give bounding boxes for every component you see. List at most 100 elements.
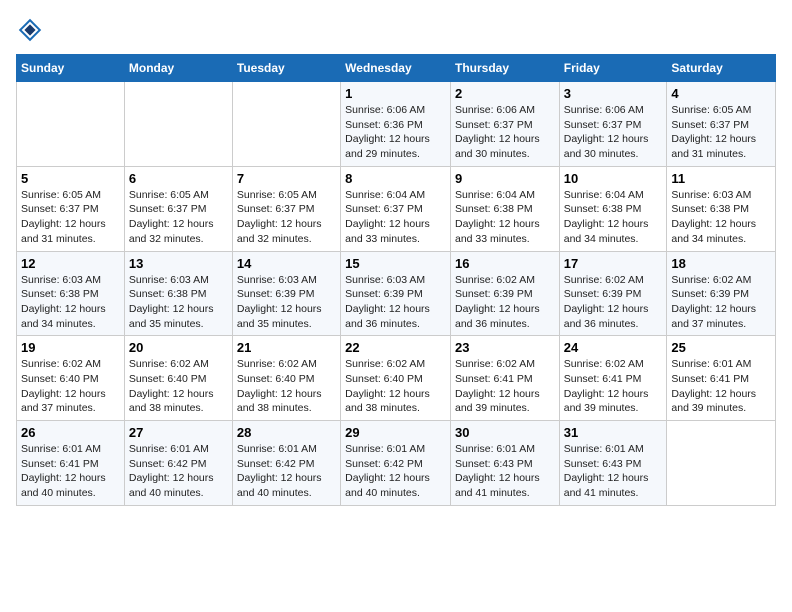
day-number: 13	[129, 256, 228, 271]
day-number: 7	[237, 171, 336, 186]
day-number: 29	[345, 425, 446, 440]
day-info: Sunrise: 6:06 AM Sunset: 6:37 PM Dayligh…	[564, 103, 663, 162]
day-info: Sunrise: 6:02 AM Sunset: 6:40 PM Dayligh…	[129, 357, 228, 416]
calendar-day-cell: 18 Sunrise: 6:02 AM Sunset: 6:39 PM Dayli…	[667, 251, 776, 336]
day-info: Sunrise: 6:02 AM Sunset: 6:39 PM Dayligh…	[564, 273, 663, 332]
day-number: 28	[237, 425, 336, 440]
day-number: 12	[21, 256, 120, 271]
day-number: 14	[237, 256, 336, 271]
day-number: 8	[345, 171, 446, 186]
day-number: 17	[564, 256, 663, 271]
day-info: Sunrise: 6:02 AM Sunset: 6:41 PM Dayligh…	[564, 357, 663, 416]
day-number: 1	[345, 86, 446, 101]
logo	[16, 16, 48, 44]
calendar-day-cell	[232, 82, 340, 167]
day-number: 16	[455, 256, 555, 271]
calendar-day-cell: 8 Sunrise: 6:04 AM Sunset: 6:37 PM Daylig…	[341, 166, 451, 251]
calendar-day-cell: 22 Sunrise: 6:02 AM Sunset: 6:40 PM Dayli…	[341, 336, 451, 421]
calendar-table: SundayMondayTuesdayWednesdayThursdayFrid…	[16, 54, 776, 506]
day-info: Sunrise: 6:02 AM Sunset: 6:40 PM Dayligh…	[21, 357, 120, 416]
day-number: 22	[345, 340, 446, 355]
day-number: 18	[671, 256, 771, 271]
calendar-day-cell: 4 Sunrise: 6:05 AM Sunset: 6:37 PM Daylig…	[667, 82, 776, 167]
day-info: Sunrise: 6:01 AM Sunset: 6:42 PM Dayligh…	[345, 442, 446, 501]
calendar-day-cell: 25Sunrise: 6:01 AM Sunset: 6:41 PM Dayli…	[667, 336, 776, 421]
day-header-monday: Monday	[124, 55, 232, 82]
day-info: Sunrise: 6:01 AM Sunset: 6:41 PM Dayligh…	[21, 442, 120, 501]
day-info: Sunrise: 6:03 AM Sunset: 6:39 PM Dayligh…	[345, 273, 446, 332]
day-info: Sunrise: 6:04 AM Sunset: 6:38 PM Dayligh…	[455, 188, 555, 247]
calendar-day-cell: 27 Sunrise: 6:01 AM Sunset: 6:42 PM Dayli…	[124, 421, 232, 506]
day-number: 5	[21, 171, 120, 186]
day-info: Sunrise: 6:03 AM Sunset: 6:38 PM Dayligh…	[671, 188, 771, 247]
day-number: 4	[671, 86, 771, 101]
day-info: Sunrise: 6:03 AM Sunset: 6:38 PM Dayligh…	[129, 273, 228, 332]
day-number: 6	[129, 171, 228, 186]
day-info: Sunrise: 6:04 AM Sunset: 6:38 PM Dayligh…	[564, 188, 663, 247]
day-info: Sunrise: 6:05 AM Sunset: 6:37 PM Dayligh…	[21, 188, 120, 247]
calendar-day-cell: 17 Sunrise: 6:02 AM Sunset: 6:39 PM Dayli…	[559, 251, 667, 336]
calendar-day-cell: 5 Sunrise: 6:05 AM Sunset: 6:37 PM Daylig…	[17, 166, 125, 251]
calendar-day-cell: 15 Sunrise: 6:03 AM Sunset: 6:39 PM Dayli…	[341, 251, 451, 336]
calendar-day-cell: 14 Sunrise: 6:03 AM Sunset: 6:39 PM Dayli…	[232, 251, 340, 336]
calendar-day-cell: 21Sunrise: 6:02 AM Sunset: 6:40 PM Dayli…	[232, 336, 340, 421]
day-number: 3	[564, 86, 663, 101]
page-header	[16, 16, 776, 44]
calendar-day-cell: 3 Sunrise: 6:06 AM Sunset: 6:37 PM Daylig…	[559, 82, 667, 167]
calendar-day-cell: 26 Sunrise: 6:01 AM Sunset: 6:41 PM Dayli…	[17, 421, 125, 506]
calendar-day-cell: 12 Sunrise: 6:03 AM Sunset: 6:38 PM Dayli…	[17, 251, 125, 336]
day-number: 15	[345, 256, 446, 271]
day-number: 30	[455, 425, 555, 440]
day-info: Sunrise: 6:02 AM Sunset: 6:40 PM Dayligh…	[345, 357, 446, 416]
day-info: Sunrise: 6:05 AM Sunset: 6:37 PM Dayligh…	[671, 103, 771, 162]
calendar-day-cell: 1 Sunrise: 6:06 AM Sunset: 6:36 PM Daylig…	[341, 82, 451, 167]
day-header-saturday: Saturday	[667, 55, 776, 82]
day-info: Sunrise: 6:04 AM Sunset: 6:37 PM Dayligh…	[345, 188, 446, 247]
calendar-week-row: 1 Sunrise: 6:06 AM Sunset: 6:36 PM Daylig…	[17, 82, 776, 167]
day-number: 25	[671, 340, 771, 355]
day-info: Sunrise: 6:01 AM Sunset: 6:43 PM Dayligh…	[564, 442, 663, 501]
day-info: Sunrise: 6:01 AM Sunset: 6:42 PM Dayligh…	[129, 442, 228, 501]
calendar-day-cell: 13 Sunrise: 6:03 AM Sunset: 6:38 PM Dayli…	[124, 251, 232, 336]
day-number: 9	[455, 171, 555, 186]
day-header-thursday: Thursday	[450, 55, 559, 82]
day-number: 10	[564, 171, 663, 186]
day-info: Sunrise: 6:01 AM Sunset: 6:43 PM Dayligh…	[455, 442, 555, 501]
day-number: 24	[564, 340, 663, 355]
day-info: Sunrise: 6:02 AM Sunset: 6:40 PM Dayligh…	[237, 357, 336, 416]
day-number: 2	[455, 86, 555, 101]
day-number: 31	[564, 425, 663, 440]
calendar-day-cell: 16 Sunrise: 6:02 AM Sunset: 6:39 PM Dayli…	[450, 251, 559, 336]
day-info: Sunrise: 6:03 AM Sunset: 6:39 PM Dayligh…	[237, 273, 336, 332]
day-info: Sunrise: 6:05 AM Sunset: 6:37 PM Dayligh…	[237, 188, 336, 247]
day-number: 23	[455, 340, 555, 355]
day-header-tuesday: Tuesday	[232, 55, 340, 82]
calendar-day-cell	[667, 421, 776, 506]
logo-icon	[16, 16, 44, 44]
day-number: 19	[21, 340, 120, 355]
calendar-week-row: 5 Sunrise: 6:05 AM Sunset: 6:37 PM Daylig…	[17, 166, 776, 251]
day-info: Sunrise: 6:02 AM Sunset: 6:39 PM Dayligh…	[671, 273, 771, 332]
calendar-day-cell: 30 Sunrise: 6:01 AM Sunset: 6:43 PM Dayli…	[450, 421, 559, 506]
day-info: Sunrise: 6:02 AM Sunset: 6:41 PM Dayligh…	[455, 357, 555, 416]
day-number: 26	[21, 425, 120, 440]
calendar-day-cell: 23 Sunrise: 6:02 AM Sunset: 6:41 PM Dayli…	[450, 336, 559, 421]
day-header-sunday: Sunday	[17, 55, 125, 82]
calendar-body: 1 Sunrise: 6:06 AM Sunset: 6:36 PM Daylig…	[17, 82, 776, 506]
calendar-day-cell: 7 Sunrise: 6:05 AM Sunset: 6:37 PM Daylig…	[232, 166, 340, 251]
day-info: Sunrise: 6:03 AM Sunset: 6:38 PM Dayligh…	[21, 273, 120, 332]
day-info: Sunrise: 6:02 AM Sunset: 6:39 PM Dayligh…	[455, 273, 555, 332]
calendar-day-cell: 2 Sunrise: 6:06 AM Sunset: 6:37 PM Daylig…	[450, 82, 559, 167]
calendar-week-row: 12 Sunrise: 6:03 AM Sunset: 6:38 PM Dayli…	[17, 251, 776, 336]
day-number: 11	[671, 171, 771, 186]
calendar-day-cell: 9 Sunrise: 6:04 AM Sunset: 6:38 PM Daylig…	[450, 166, 559, 251]
calendar-day-cell: 10 Sunrise: 6:04 AM Sunset: 6:38 PM Dayli…	[559, 166, 667, 251]
day-info: Sunrise: 6:06 AM Sunset: 6:36 PM Dayligh…	[345, 103, 446, 162]
day-info: Sunrise: 6:06 AM Sunset: 6:37 PM Dayligh…	[455, 103, 555, 162]
calendar-day-cell: 28Sunrise: 6:01 AM Sunset: 6:42 PM Dayli…	[232, 421, 340, 506]
day-header-wednesday: Wednesday	[341, 55, 451, 82]
calendar-day-cell: 19 Sunrise: 6:02 AM Sunset: 6:40 PM Dayli…	[17, 336, 125, 421]
day-number: 27	[129, 425, 228, 440]
day-info: Sunrise: 6:05 AM Sunset: 6:37 PM Dayligh…	[129, 188, 228, 247]
calendar-day-cell: 29 Sunrise: 6:01 AM Sunset: 6:42 PM Dayli…	[341, 421, 451, 506]
